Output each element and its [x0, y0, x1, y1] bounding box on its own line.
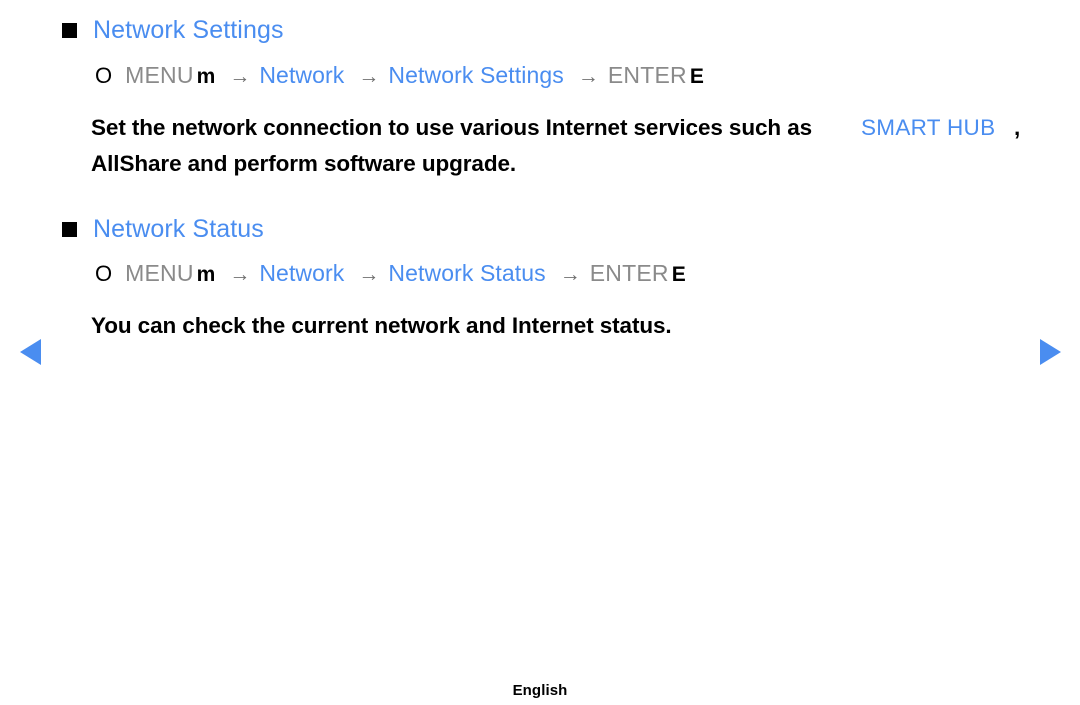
square-bullet-icon [62, 222, 77, 237]
menu-path-network-status: O MENU m → Network → Network Status → EN… [95, 260, 686, 286]
path-arrow-icon-1: → [229, 263, 251, 286]
path-arrow-icon-3: → [577, 65, 599, 88]
section-title: Network Status [93, 215, 264, 243]
menu-path-step-network-settings[interactable]: Network Settings [388, 64, 563, 87]
next-page-arrow-icon[interactable] [1040, 339, 1061, 365]
path-arrow-icon-2: → [358, 65, 380, 88]
language-footer: English [512, 682, 568, 699]
manual-page: Network Settings O MENU m → Network → Ne… [0, 0, 1080, 705]
section-title: Network Settings [93, 16, 284, 44]
body-line-1-comma: , [1014, 115, 1021, 140]
menu-path-step-network[interactable]: Network [259, 262, 344, 285]
menu-path-step-network-status[interactable]: Network Status [388, 262, 545, 285]
smart-hub-label: SMART HUB [861, 115, 996, 140]
enter-key-icon: E [689, 65, 704, 88]
body-line-1: Set the network connection to use variou… [91, 115, 813, 140]
menu-key-icon: m [196, 263, 216, 286]
enter-button-label: ENTER [589, 260, 669, 286]
menu-button-label: MENU [125, 62, 194, 88]
path-arrow-icon-1: → [229, 65, 251, 88]
menu-path-network-settings: O MENU m → Network → Network Settings → … [95, 62, 704, 88]
enter-key-icon: E [671, 263, 686, 286]
path-arrow-icon-2: → [358, 263, 380, 286]
section-heading-network-status: Network Status [62, 217, 264, 242]
remote-circle-icon: O [95, 261, 113, 286]
section-heading-network-settings: Network Settings [62, 18, 284, 43]
section-body-network-settings: Set the network connection to use variou… [91, 110, 812, 146]
square-bullet-icon [62, 23, 77, 38]
section-body-network-status: You can check the current network and In… [91, 313, 672, 338]
menu-key-icon: m [196, 65, 216, 88]
remote-circle-icon: O [95, 63, 113, 88]
menu-button-label: MENU [125, 260, 194, 286]
previous-page-arrow-icon[interactable] [20, 339, 41, 365]
menu-path-step-network[interactable]: Network [259, 64, 344, 87]
path-arrow-icon-3: → [559, 263, 581, 286]
body-line-2: AllShare and perform software upgrade. [91, 151, 517, 176]
enter-button-label: ENTER [607, 62, 687, 88]
